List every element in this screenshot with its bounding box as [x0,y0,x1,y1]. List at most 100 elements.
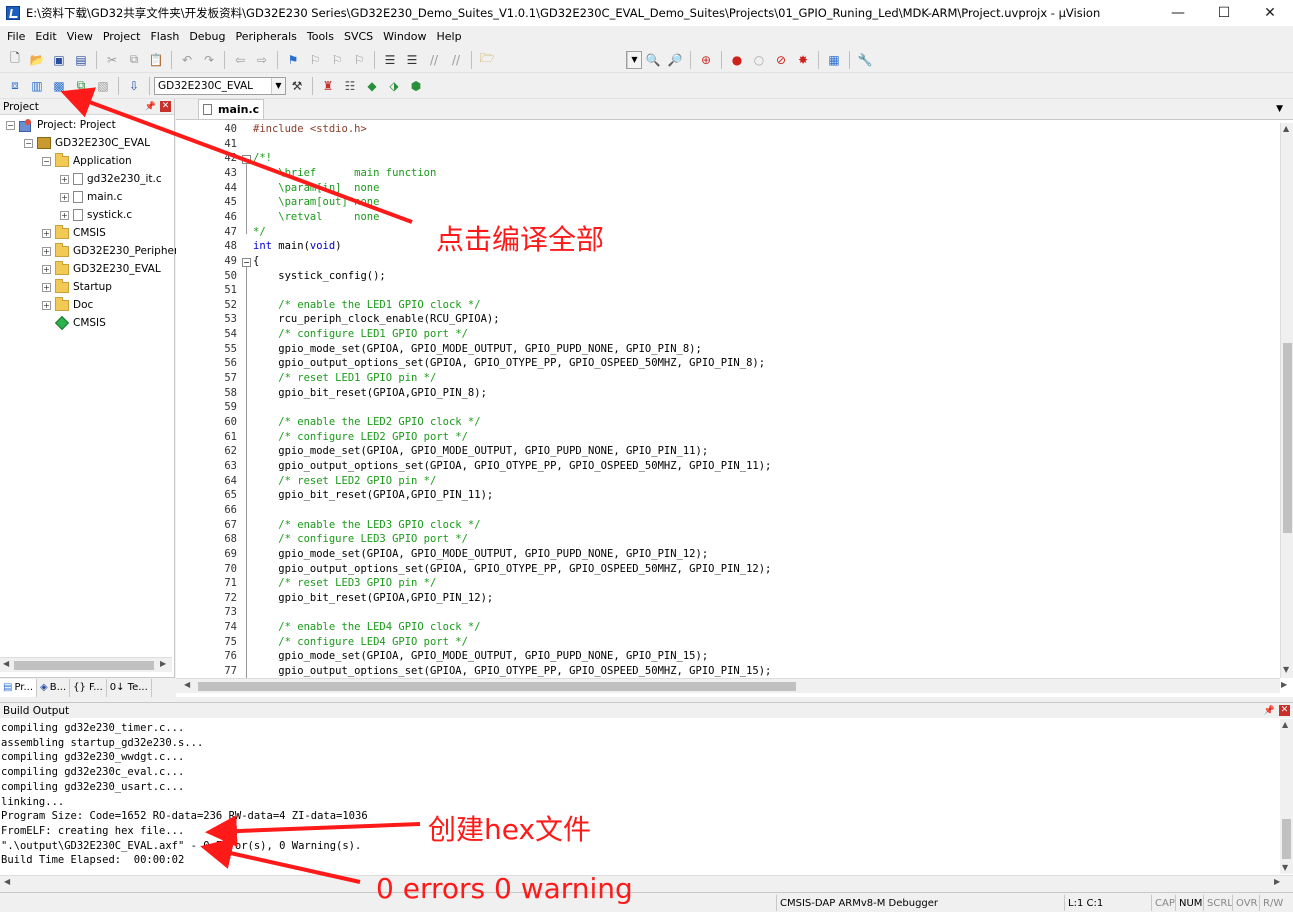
save-icon[interactable]: ▣ [50,51,68,69]
expand-icon[interactable]: + [42,282,51,292]
rte-icon[interactable]: ⬢ [407,77,425,95]
debug-session-icon[interactable]: ⊕ [697,51,715,69]
scroll-left-icon[interactable]: ◀ [4,877,10,886]
tree-item[interactable]: + main.c [60,188,122,206]
tree-item[interactable]: + systick.c [60,206,132,224]
tab-main-c[interactable]: main.c [198,99,264,119]
fold-collapse-icon[interactable]: − [242,258,251,267]
code-view[interactable]: 40 #include <stdio.h> 41 42 /*! 43 \brief mai… [176,123,1280,678]
pack-installer-icon[interactable]: ⬗ [385,77,403,95]
cut-icon[interactable]: ✂ [103,51,121,69]
bookmark-clear-icon[interactable]: ⚐ [350,51,368,69]
expand-icon[interactable]: + [60,192,69,202]
tree-item[interactable]: + Doc [42,296,93,314]
new-file-icon[interactable]: 🗋 [6,51,24,69]
find-icon[interactable]: 🔍 [644,51,662,69]
scrollbar-thumb[interactable] [1282,819,1291,859]
menu-peripherals[interactable]: Peripherals [231,30,302,43]
build-horizontal-scrollbar[interactable]: ◀ ▶ [0,875,1293,890]
copy-icon[interactable]: ⧉ [125,51,143,69]
target-options-icon[interactable]: ⚒ [288,77,306,95]
expand-icon[interactable]: + [60,174,69,184]
tree-item[interactable]: − Application [42,152,132,170]
pin-icon[interactable]: 📌 [145,102,156,112]
window-layout-icon[interactable]: ▦ [825,51,843,69]
batch-build-icon[interactable]: ⧉ [72,77,90,95]
scroll-right-icon[interactable]: ▶ [160,659,166,668]
tab-functions[interactable]: {} F... [70,678,107,697]
nav-forward-icon[interactable]: ⇨ [253,51,271,69]
unindent-icon[interactable]: ☰ [403,51,421,69]
expand-icon[interactable]: + [42,246,51,256]
bookmark-next-icon[interactable]: ⚐ [328,51,346,69]
indent-icon[interactable]: ☰ [381,51,399,69]
tab-list-dropdown-icon[interactable]: ▼ [1276,104,1283,114]
menu-edit[interactable]: Edit [30,30,61,43]
pin-icon[interactable]: 📌 [1264,706,1275,716]
scroll-down-icon[interactable]: ▼ [1283,665,1289,674]
redo-icon[interactable]: ↷ [200,51,218,69]
project-horizontal-scrollbar[interactable]: ◀ ▶ [0,657,172,672]
scroll-right-icon[interactable]: ▶ [1281,680,1287,689]
tree-item[interactable]: − Project: Project [6,116,116,134]
menu-debug[interactable]: Debug [184,30,230,43]
menu-file[interactable]: File [2,30,30,43]
tab-books[interactable]: ◈ B... [37,678,71,697]
collapse-icon[interactable]: − [24,138,33,148]
menu-view[interactable]: View [62,30,98,43]
collapse-icon[interactable]: − [6,120,15,130]
scroll-up-icon[interactable]: ▲ [1282,720,1288,729]
expand-icon[interactable]: + [42,300,51,310]
tree-item[interactable]: CMSIS [42,314,106,332]
bookmark-icon[interactable]: ⚑ [284,51,302,69]
tab-project[interactable]: ▤ Pr... [0,678,38,697]
select-software-packs-icon[interactable]: ◆ [363,77,381,95]
breakpoint-disable-all-icon[interactable]: ⊘ [772,51,790,69]
menu-flash[interactable]: Flash [145,30,184,43]
uncomment-icon[interactable]: // [447,51,465,69]
scroll-right-icon[interactable]: ▶ [1274,877,1280,886]
scroll-left-icon[interactable]: ◀ [3,659,9,668]
menu-help[interactable]: Help [432,30,467,43]
download-icon[interactable]: ⇩ [125,77,143,95]
find-combo[interactable]: ▼ [626,50,642,69]
breakpoint-disable-icon[interactable]: ○ [750,51,768,69]
breakpoint-kill-all-icon[interactable]: ✸ [794,51,812,69]
tree-item[interactable]: + CMSIS [42,224,106,242]
manage-run-time-env-icon[interactable]: ☷ [341,77,359,95]
tree-item[interactable]: + gd32e230_it.c [60,170,162,188]
editor-vertical-scrollbar[interactable]: ▲ ▼ [1280,123,1293,678]
stop-build-icon[interactable]: ▧ [94,77,112,95]
translate-icon[interactable]: ⧈ [6,77,24,95]
fold-collapse-icon[interactable]: − [242,155,251,164]
scroll-up-icon[interactable]: ▲ [1283,124,1289,133]
menu-project[interactable]: Project [98,30,146,43]
tree-item[interactable]: + GD32E230_Peripherals [42,242,193,260]
incremental-find-icon[interactable]: 🔎 [666,51,684,69]
undo-icon[interactable]: ↶ [178,51,196,69]
expand-icon[interactable]: + [42,228,51,238]
close-button[interactable]: ✕ [1247,0,1293,26]
close-panel-icon[interactable]: ✕ [1279,705,1290,716]
comment-icon[interactable]: // [425,51,443,69]
rebuild-all-icon[interactable]: ▩ [50,77,68,95]
expand-icon[interactable]: + [60,210,69,220]
open-file-icon[interactable]: 📂 [28,51,46,69]
target-select[interactable]: GD32E230C_EVAL ▼ [154,76,286,95]
bookmark-prev-icon[interactable]: ⚐ [306,51,324,69]
collapse-icon[interactable]: − [42,156,51,166]
build-vertical-scrollbar[interactable]: ▲ ▼ [1280,719,1293,874]
scrollbar-thumb[interactable] [14,661,154,670]
configure-icon[interactable]: 🔧 [856,51,874,69]
minimize-button[interactable]: — [1155,0,1201,26]
expand-icon[interactable]: + [42,264,51,274]
scroll-down-icon[interactable]: ▼ [1282,863,1288,872]
find-in-files-icon[interactable]: 🗁 [478,51,496,69]
nav-back-icon[interactable]: ⇦ [231,51,249,69]
tab-templates[interactable]: 0↓ Te... [107,678,152,697]
scrollbar-thumb[interactable] [1283,343,1292,533]
scrollbar-thumb[interactable] [198,682,796,691]
build-icon[interactable]: ▥ [28,77,46,95]
menu-tools[interactable]: Tools [302,30,339,43]
manage-project-items-icon[interactable]: ♜ [319,77,337,95]
